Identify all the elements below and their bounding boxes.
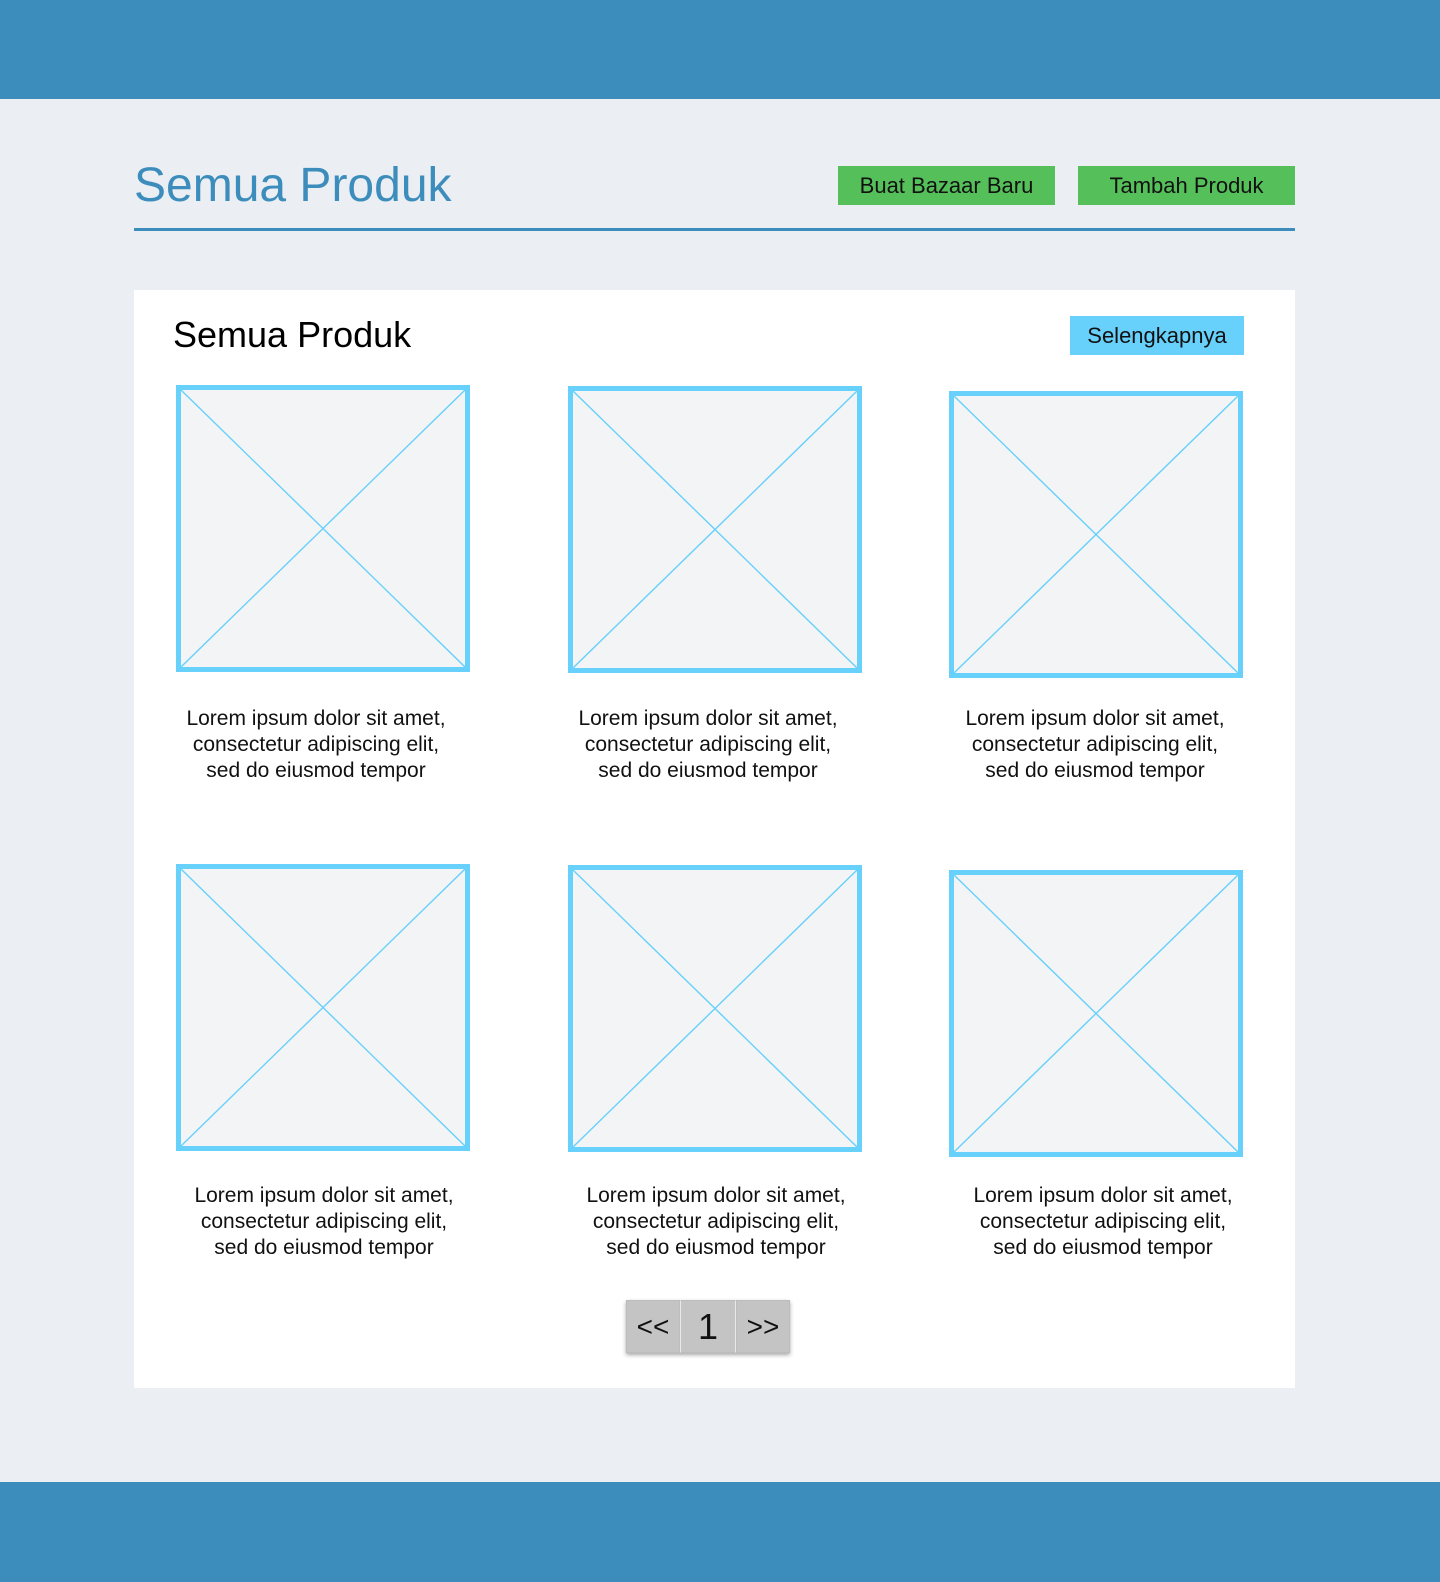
product-description: Lorem ipsum dolor sit amet, consectetur …: [548, 706, 868, 784]
product-description: Lorem ipsum dolor sit amet, consectetur …: [156, 706, 476, 784]
product-image-placeholder[interactable]: [568, 386, 862, 673]
next-page-button[interactable]: >>: [736, 1300, 790, 1353]
footer-bar: [0, 1482, 1440, 1582]
pagination: << 1 >>: [626, 1300, 790, 1353]
page-number-button[interactable]: 1: [680, 1300, 736, 1353]
product-desc-line: consectetur adipiscing elit,: [584, 733, 832, 756]
product-desc-line: sed do eiusmod tempor: [606, 1236, 826, 1259]
image-placeholder-icon: [954, 396, 1238, 673]
image-placeholder-icon: [181, 390, 465, 667]
image-placeholder-icon: [573, 391, 857, 668]
product-image-placeholder[interactable]: [176, 385, 470, 672]
product-desc-line: consectetur adipiscing elit,: [971, 733, 1219, 756]
product-description: Lorem ipsum dolor sit amet, consectetur …: [943, 1183, 1263, 1261]
product-image-placeholder[interactable]: [176, 864, 470, 1151]
product-desc-line: sed do eiusmod tempor: [993, 1236, 1213, 1259]
product-image-placeholder[interactable]: [949, 870, 1243, 1157]
top-header-bar: [0, 0, 1440, 99]
product-description: Lorem ipsum dolor sit amet, consectetur …: [935, 706, 1255, 784]
product-desc-line: Lorem ipsum dolor sit amet,: [586, 1184, 846, 1207]
product-desc-line: sed do eiusmod tempor: [598, 759, 818, 782]
product-desc-line: Lorem ipsum dolor sit amet,: [973, 1184, 1233, 1207]
product-desc-line: sed do eiusmod tempor: [985, 759, 1205, 782]
page-title: Semua Produk: [134, 159, 452, 212]
product-desc-line: consectetur adipiscing elit,: [592, 1210, 840, 1233]
previous-page-button[interactable]: <<: [626, 1300, 680, 1353]
add-product-button[interactable]: Tambah Produk: [1078, 166, 1295, 205]
product-desc-line: Lorem ipsum dolor sit amet,: [578, 707, 838, 730]
image-placeholder-icon: [181, 869, 465, 1146]
product-desc-line: consectetur adipiscing elit,: [979, 1210, 1227, 1233]
image-placeholder-icon: [954, 875, 1238, 1152]
product-desc-line: Lorem ipsum dolor sit amet,: [186, 707, 446, 730]
product-description: Lorem ipsum dolor sit amet, consectetur …: [164, 1183, 484, 1261]
product-image-placeholder[interactable]: [949, 391, 1243, 678]
panel-title: Semua Produk: [173, 314, 412, 355]
product-image-placeholder[interactable]: [568, 865, 862, 1152]
image-placeholder-icon: [573, 870, 857, 1147]
new-bazaar-button[interactable]: Buat Bazaar Baru: [838, 166, 1055, 205]
product-desc-line: sed do eiusmod tempor: [214, 1236, 434, 1259]
product-desc-line: Lorem ipsum dolor sit amet,: [965, 707, 1225, 730]
product-description: Lorem ipsum dolor sit amet, consectetur …: [556, 1183, 876, 1261]
title-divider: [134, 228, 1295, 231]
see-more-button[interactable]: Selengkapnya: [1070, 316, 1244, 355]
product-desc-line: sed do eiusmod tempor: [206, 759, 426, 782]
product-desc-line: consectetur adipiscing elit,: [192, 733, 440, 756]
product-desc-line: consectetur adipiscing elit,: [200, 1210, 448, 1233]
product-desc-line: Lorem ipsum dolor sit amet,: [194, 1184, 454, 1207]
